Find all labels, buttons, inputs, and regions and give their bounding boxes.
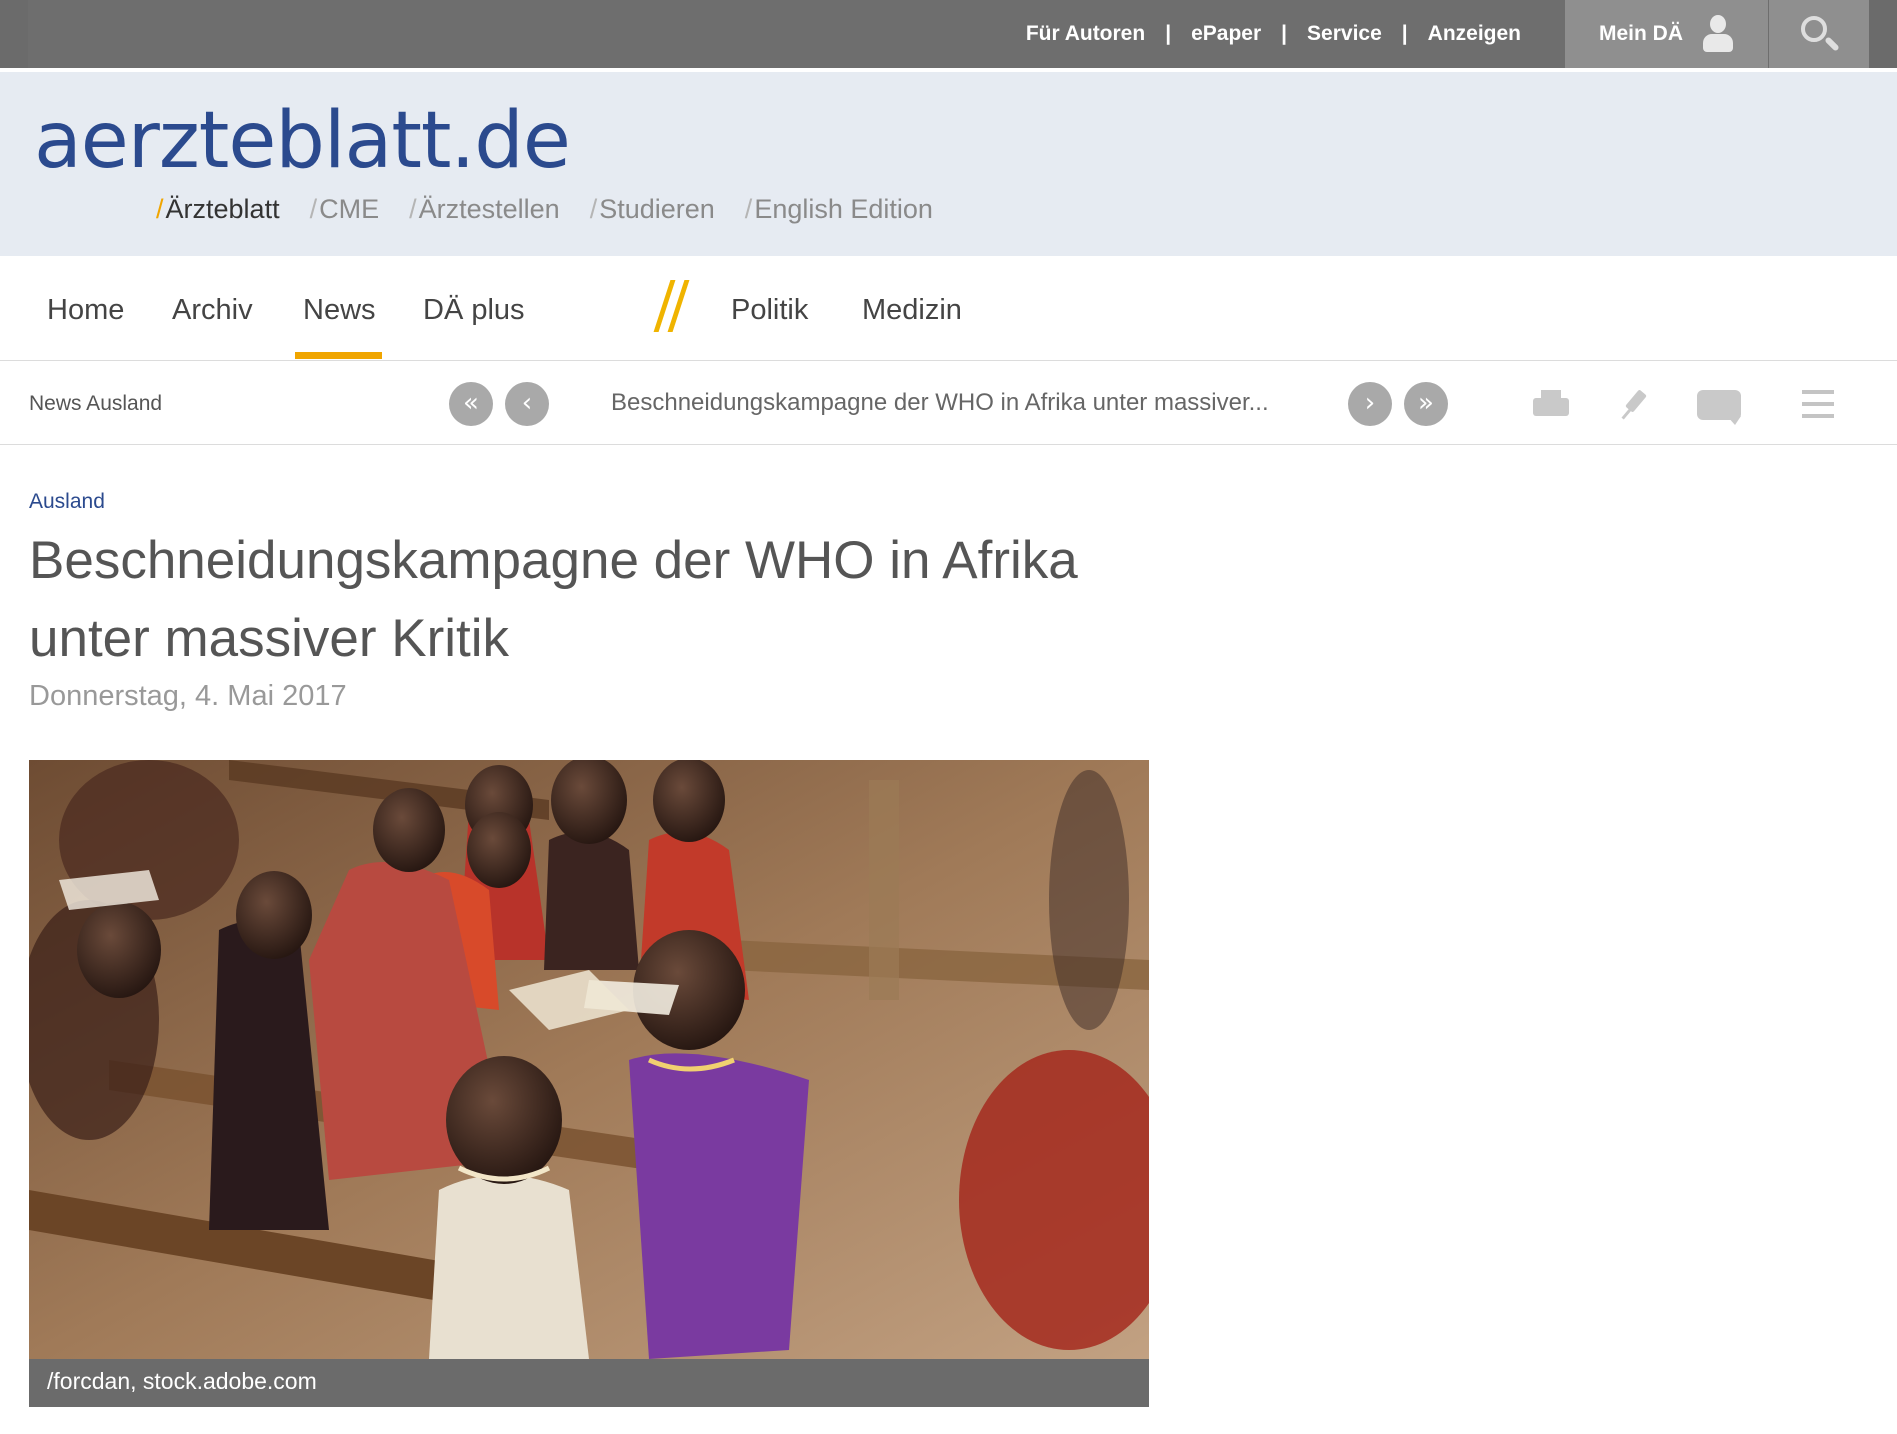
top-bar: Für Autoren | ePaper | Service | Anzeige… <box>0 0 1897 68</box>
image-caption: /forcdan, stock.adobe.com <box>29 1359 1149 1407</box>
portal-english-edition[interactable]: /English Edition <box>745 194 933 225</box>
pin-icon[interactable] <box>1617 384 1661 424</box>
next-article-button[interactable]: › <box>1348 382 1392 426</box>
portal-studieren[interactable]: /Studieren <box>590 194 715 225</box>
article-date: Donnerstag, 4. Mai 2017 <box>29 680 347 712</box>
menu-icon[interactable] <box>1798 384 1842 424</box>
top-link-epaper[interactable]: ePaper <box>1191 22 1261 46</box>
last-article-button[interactable]: » <box>1404 382 1448 426</box>
printer-icon[interactable] <box>1530 384 1574 424</box>
search-button[interactable] <box>1769 0 1869 68</box>
article-rubric[interactable]: Ausland <box>29 490 105 514</box>
nav-archiv[interactable]: Archiv <box>172 294 253 327</box>
site-logo[interactable]: aerzteblatt.de <box>34 96 571 186</box>
top-links: Für Autoren | ePaper | Service | Anzeige… <box>1026 0 1521 68</box>
photo-illustration <box>29 760 1149 1359</box>
nav-home[interactable]: Home <box>47 294 124 327</box>
first-article-button[interactable]: « <box>449 382 493 426</box>
portal-aerztestellen[interactable]: /Ärztestellen <box>409 194 560 225</box>
top-link-anzeigen[interactable]: Anzeigen <box>1428 22 1521 46</box>
nav-medizin[interactable]: Medizin <box>862 294 962 327</box>
comment-icon[interactable] <box>1697 384 1741 425</box>
nav-news[interactable]: News <box>303 294 376 327</box>
article-toolbar: News Ausland « ‹ Beschneidungskampagne d… <box>0 362 1897 445</box>
article-teaser[interactable]: Beschneidungskampagne der WHO in Afrika … <box>611 389 1269 417</box>
account-button[interactable]: Mein DÄ <box>1565 0 1768 68</box>
account-label: Mein DÄ <box>1599 22 1683 45</box>
nav-politik[interactable]: Politik <box>731 294 808 327</box>
section-label: News Ausland <box>29 392 163 415</box>
article-headline: Beschneidungskampagne der WHO in Afrika … <box>29 531 1078 668</box>
masthead: aerzteblatt.de /Ärzteblatt /CME /Ärztest… <box>0 72 1897 256</box>
portal-nav: /Ärzteblatt /CME /Ärztestellen /Studiere… <box>156 194 963 225</box>
separator: | <box>1165 22 1172 45</box>
previous-article-button[interactable]: ‹ <box>505 382 549 426</box>
nav-active-indicator <box>295 352 382 359</box>
portal-cme[interactable]: /CME <box>310 194 380 225</box>
separator: | <box>1401 22 1408 45</box>
nav-da-plus[interactable]: DÄ plus <box>423 294 525 327</box>
article-photo <box>29 760 1149 1359</box>
separator: | <box>1281 22 1288 45</box>
user-icon <box>1703 15 1733 53</box>
top-link-autoren[interactable]: Für Autoren <box>1026 22 1145 46</box>
nav-divider-slashes <box>650 280 690 336</box>
main-nav: Home Archiv News DÄ plus Politik Medizin <box>0 256 1897 361</box>
top-link-service[interactable]: Service <box>1307 22 1382 46</box>
portal-aerzteblatt[interactable]: /Ärzteblatt <box>156 194 280 225</box>
